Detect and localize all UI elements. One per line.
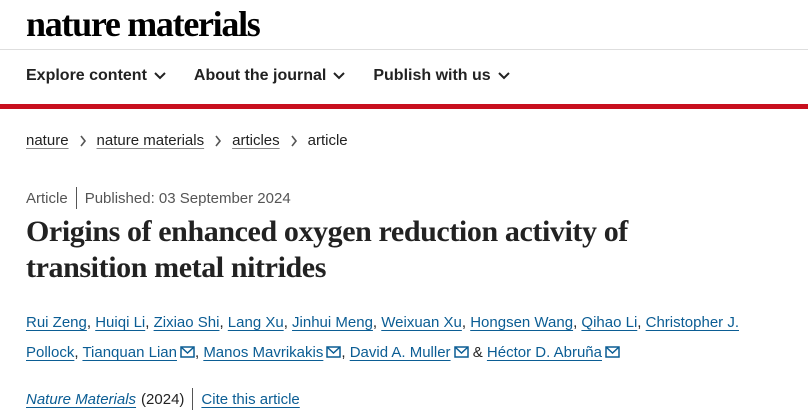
author-link[interactable]: Manos Mavrikakis — [203, 344, 323, 361]
accent-bar — [0, 104, 808, 109]
author-separator: , — [145, 314, 150, 331]
site-logo[interactable]: nature materials — [26, 2, 261, 46]
citation-divider — [192, 388, 194, 410]
author-link[interactable]: Héctor D. Abruña — [487, 344, 602, 361]
author-link[interactable]: Rui Zeng — [26, 314, 87, 331]
main-nav: Explore content About the journal Publis… — [26, 67, 538, 85]
citation-year: (2024) — [141, 390, 185, 408]
author-separator: , — [74, 344, 79, 361]
author-link[interactable]: Jinhui Meng — [292, 314, 373, 331]
article-type: Article — [26, 189, 68, 207]
article-meta: Article Published: 03 September 2024 — [26, 187, 291, 209]
author-link[interactable]: Tianquan Lian — [82, 344, 177, 361]
author-link[interactable]: Hongsen Wang — [470, 314, 573, 331]
author-link[interactable]: Huiqi Li — [95, 314, 145, 331]
chevron-down-icon — [333, 72, 346, 80]
author-separator: , — [372, 314, 378, 331]
citation-line: Nature Materials (2024) Cite this articl… — [26, 388, 300, 410]
journal-link[interactable]: Nature Materials — [26, 391, 136, 408]
author-separator: , — [219, 314, 224, 331]
meta-divider — [75, 187, 77, 209]
author-separator: , — [283, 314, 288, 331]
author-link[interactable]: Lang Xu — [228, 314, 284, 331]
breadcrumb-nature[interactable]: nature — [26, 132, 69, 149]
envelope-icon[interactable] — [180, 346, 195, 358]
published-date: Published: 03 September 2024 — [84, 189, 291, 207]
author-separator: , — [573, 314, 578, 331]
author-list: Rui Zeng, Huiqi Li, Zixiao Shi, Lang Xu,… — [26, 308, 786, 368]
envelope-icon[interactable] — [326, 346, 342, 358]
author-separator: , — [637, 314, 642, 331]
author-separator: , — [461, 314, 467, 331]
author-link[interactable]: Qihao Li — [581, 314, 637, 331]
article-title: Origins of enhanced oxygen reduction act… — [26, 215, 628, 284]
breadcrumb: nature nature materials articles article — [26, 132, 348, 149]
chevron-right-icon — [79, 135, 86, 146]
breadcrumb-current: article — [307, 132, 348, 149]
nav-publish-with-us-label: Publish with us — [373, 67, 491, 84]
breadcrumb-nature-materials[interactable]: nature materials — [97, 132, 205, 149]
header-divider — [0, 49, 808, 50]
chevron-right-icon — [291, 135, 297, 146]
nav-about-journal[interactable]: About the journal — [194, 67, 346, 85]
cite-article-link[interactable]: Cite this article — [201, 391, 299, 408]
nav-explore-content[interactable]: Explore content — [26, 67, 167, 85]
author-link[interactable]: Zixiao Shi — [154, 314, 220, 331]
chevron-down-icon — [154, 72, 166, 80]
nav-publish-with-us[interactable]: Publish with us — [373, 67, 510, 85]
nav-about-journal-label: About the journal — [193, 67, 327, 84]
breadcrumb-articles[interactable]: articles — [232, 132, 280, 149]
envelope-icon[interactable] — [605, 346, 620, 358]
author-separator: , — [194, 344, 200, 361]
author-separator: , — [86, 314, 92, 331]
chevron-right-icon — [215, 135, 222, 146]
author-separator: , — [341, 344, 346, 361]
nav-explore-content-label: Explore content — [26, 67, 147, 84]
envelope-icon[interactable] — [453, 346, 469, 358]
chevron-down-icon — [497, 72, 510, 80]
author-ampersand: & — [472, 344, 483, 361]
author-link[interactable]: Weixuan Xu — [381, 314, 462, 331]
author-link[interactable]: David A. Muller — [350, 344, 451, 361]
